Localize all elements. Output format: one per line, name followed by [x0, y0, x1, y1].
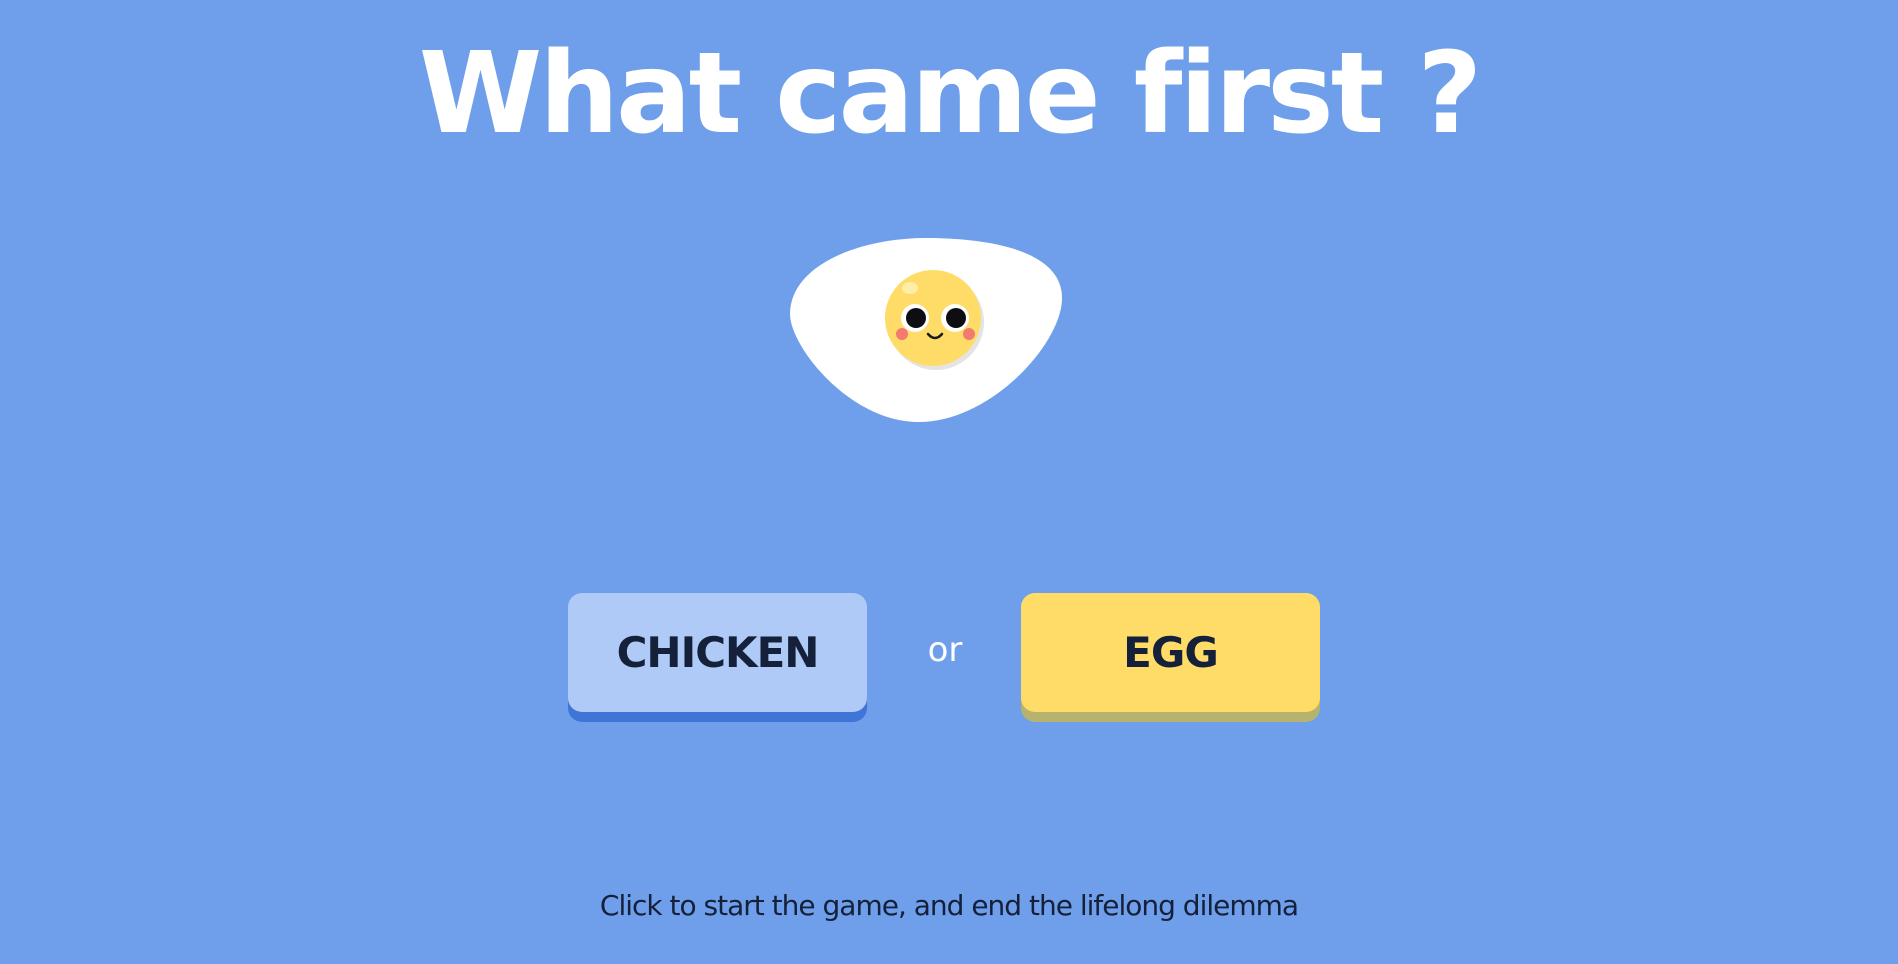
- or-separator: or: [927, 630, 963, 670]
- page-title: What came first ?: [418, 29, 1483, 159]
- fried-egg-face-icon: [788, 236, 1064, 424]
- chicken-button[interactable]: CHICKEN: [568, 593, 867, 712]
- game-start-screen: What came first ? CHICKEN or EGG Click t…: [0, 0, 1898, 964]
- choice-buttons: CHICKEN or EGG: [0, 593, 1898, 723]
- instructions-text: Click to start the game, and end the lif…: [599, 889, 1299, 922]
- egg-button[interactable]: EGG: [1021, 593, 1320, 712]
